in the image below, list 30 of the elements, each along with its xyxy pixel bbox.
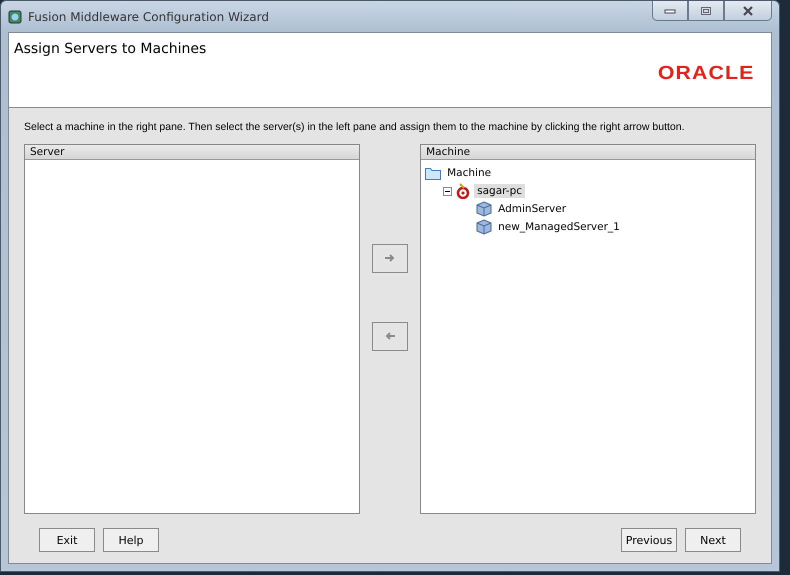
server-list[interactable]: Server (24, 144, 360, 514)
window-title: Fusion Middleware Configuration Wizard (28, 10, 269, 24)
cube-icon (476, 219, 492, 235)
tree-item[interactable]: Machine (444, 166, 494, 180)
footer-button[interactable]: Previous (621, 528, 677, 552)
pane-header: Server (25, 145, 359, 160)
cube-icon (476, 201, 492, 217)
footer-button[interactable]: Help (103, 528, 159, 552)
footer-button[interactable]: Next (685, 528, 741, 552)
collapse-icon[interactable] (443, 186, 452, 196)
page-title: Assign Servers to Machines (14, 41, 206, 57)
machine-icon (455, 183, 472, 199)
close-icon (742, 6, 754, 16)
app-icon (8, 10, 22, 24)
minimize-button[interactable] (652, 1, 688, 21)
maximize-button[interactable] (688, 1, 724, 21)
close-button[interactable] (724, 1, 772, 21)
folder-icon (425, 166, 442, 180)
instruction-text: Select a machine in the right pane. Then select the server(s) in the left pane and assign them to the machine by clicking the right arrow button. (24, 121, 685, 133)
pane-header: Machine (421, 145, 755, 160)
tree-item[interactable]: new_ManagedServer_1 (495, 220, 623, 234)
logo: ORACLE (658, 63, 754, 85)
minimize-icon (664, 8, 676, 14)
arrow-right-icon (384, 253, 396, 263)
machine-tree[interactable]: Machine Machine sagar-pc AdminServer new_ManagedServer_1 (420, 144, 756, 514)
maximize-icon (700, 6, 712, 16)
tree-item[interactable]: sagar-pc (474, 184, 526, 198)
arrow-left-icon (384, 331, 396, 341)
tree-item[interactable]: AdminServer (495, 202, 570, 216)
footer-button[interactable]: Exit (39, 528, 95, 552)
